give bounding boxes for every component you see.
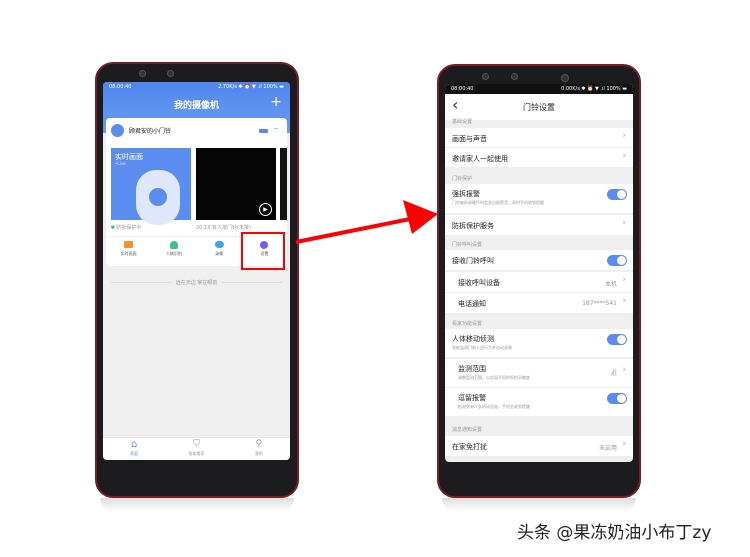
protect-status: ⛊ 防拆保护中 [111,224,141,231]
live-view-thumbnail[interactable]: 实时画面 •Live [111,148,191,225]
tab-mine[interactable]: ⚲ 我的 [228,438,290,460]
wifi-icon: ⌔ [273,127,279,134]
divider-slogan: 远在天边 家在眼前 [111,279,282,286]
live-sub: •Live [115,161,126,166]
event-caption: 20:15 有人按门铃(未接) [196,225,251,231]
motion-toggle[interactable] [607,334,627,345]
status-icons: 2.70K/s ✱ ⏰ ▼ .ıl 100% ▬ [218,84,284,90]
status-bar: 08:00:40 0.00K/s ✱ ⏰ ▼ .ıl 100% ▬ [445,84,633,94]
row-label: 防拆保护服务 [452,222,494,230]
status-time: 08:00:40 [451,86,474,92]
highlight-box [241,232,285,270]
section-basic: 基础设置 [452,119,473,125]
status-bar: 08:00:40 2.70K/s ✱ ⏰ ▼ .ıl 100% ▬ [103,82,290,92]
shield-icon: ⛉ [193,439,200,449]
row-invite-family[interactable]: 邀请家人一起使用 › [445,148,633,168]
doorbell-settings-screen: 08:00:40 0.00K/s ✱ ⏰ ▼ .ıl 100% ▬ ‹ 门铃设置 … [445,84,633,462]
tab-smart-home[interactable]: ⛉ 智能看家 [165,438,227,460]
page-title: 门铃设置 [523,103,555,112]
chevron-right-icon: › [622,218,626,228]
row-tamper-alarm: 强拆报警门铃被拆卸破坏时会发出报警音，同时手机收到提醒 [445,184,633,214]
person-icon [169,241,178,249]
row-label: 人体移动侦测 [452,335,494,343]
row-label: 在家免打扰 [452,443,487,451]
add-device-button[interactable]: + [270,94,282,110]
user-icon: ⚲ [255,439,263,449]
cloud-icon [214,241,224,248]
row-label: 监测范围 [458,365,486,373]
chevron-right-icon: › [622,151,626,161]
row-sub: 智能监测门前人员行为并自动录像 [452,345,512,350]
status-time: 08:00:40 [109,84,132,90]
action-live[interactable]: 实时画面 [106,237,151,264]
action-recording[interactable]: 录像 [197,237,242,264]
sensor [167,70,174,77]
row-label: 电话通知 [458,300,486,308]
chevron-right-icon: › [622,275,626,285]
tab-home[interactable]: ⌂ 家庭 [103,438,165,460]
row-detect-range[interactable]: 监测范围调整监测范围，以实现不同的抓拍灵敏度 近 › [445,359,633,388]
tab-label: 家庭 [130,451,139,456]
chevron-right-icon: › [622,439,626,449]
doorbell-icon [111,124,124,137]
row-value: 187****541 [582,300,617,307]
tab-label: 我的 [254,451,263,456]
row-label: 接收呼叫设备 [458,279,500,287]
row-sub: 检测到有人长时间逗留，手机会收到提醒 [458,404,530,409]
section-notify: 消息通知设置 [452,427,483,433]
section-call: 门铃呼叫设置 [452,242,483,248]
section-home: 看家功能设置 [452,321,483,327]
shield-icon: ⛊ [111,225,115,231]
linger-toggle[interactable] [607,393,627,404]
protect-status-text: 防拆保护中 [116,225,142,231]
row-value: 本机 [604,281,617,288]
battery-icon [259,129,268,133]
section-protect: 门铃保护 [452,176,473,182]
action-label: 录像 [215,251,224,256]
watermark: 头条 @果冻奶油小布丁zy [517,523,712,543]
status-icons: 0.00K/s ✱ ⏰ ▼ .ıl 100% ▬ [561,86,627,92]
row-value: 未启用 [598,445,617,452]
row-sub: 调整监测范围，以实现不同的抓拍灵敏度 [458,375,530,380]
tab-label: 智能看家 [188,451,205,456]
row-label: 邀请家人一起使用 [452,155,508,163]
row-call-device[interactable]: 接收呼叫设备 本机 › [445,272,633,293]
row-receive-call: 接收门铃呼叫 [445,250,633,271]
row-phone-notify[interactable]: 电话通知 187****541 › [445,293,633,314]
red-arrow [295,200,438,244]
home-icon: ⌂ [130,439,138,450]
row-label: 画面与声音 [452,135,487,143]
receive-call-toggle[interactable] [607,255,627,266]
row-dnd[interactable]: 在家免打扰 未启用 › [445,436,633,457]
row-label: 逗留报警 [458,394,486,402]
page-title: 我的摄像机 [173,101,219,111]
device-name[interactable]: 顾君安的小门铃 [129,126,171,135]
row-label: 接收门铃呼叫 [452,257,494,265]
row-tamper-service[interactable]: 防拆保护服务 › [445,215,633,236]
action-label: 人物识别 [165,251,182,256]
row-motion-detect: 人体移动侦测智能监测门前人员行为并自动录像 [445,329,633,358]
action-label: 实时画面 [120,251,137,256]
tamper-toggle[interactable] [607,189,627,200]
row-picture-sound[interactable]: 画面与声音 › [445,128,633,148]
nav-bar: ‹ 门铃设置 [445,94,633,120]
action-person[interactable]: 人物识别 [151,237,196,264]
video-icon [124,241,134,248]
tab-bar: ⌂ 家庭 ⛉ 智能看家 ⚲ 我的 [103,437,290,460]
chevron-right-icon: › [622,296,626,306]
row-label: 强拆报警 [452,190,480,198]
chevron-right-icon: › [622,365,626,375]
play-icon[interactable]: ▶ [259,203,272,216]
row-sub: 门铃被拆卸破坏时会发出报警音，同时手机收到提醒 [452,200,544,205]
home-screen: 08:00:40 2.70K/s ✱ ⏰ ▼ .ıl 100% ▬ 我的摄像机 +… [103,82,290,460]
slogan-text: 远在天边 家在眼前 [175,280,218,286]
event-thumbnail[interactable]: ▶ [196,148,276,220]
row-linger-alarm: 逗留报警检测到有人长时间逗留，手机会收到提醒 [445,388,633,417]
front-camera [139,70,146,77]
chevron-right-icon: › [622,131,626,141]
row-value: 近 [610,370,617,377]
